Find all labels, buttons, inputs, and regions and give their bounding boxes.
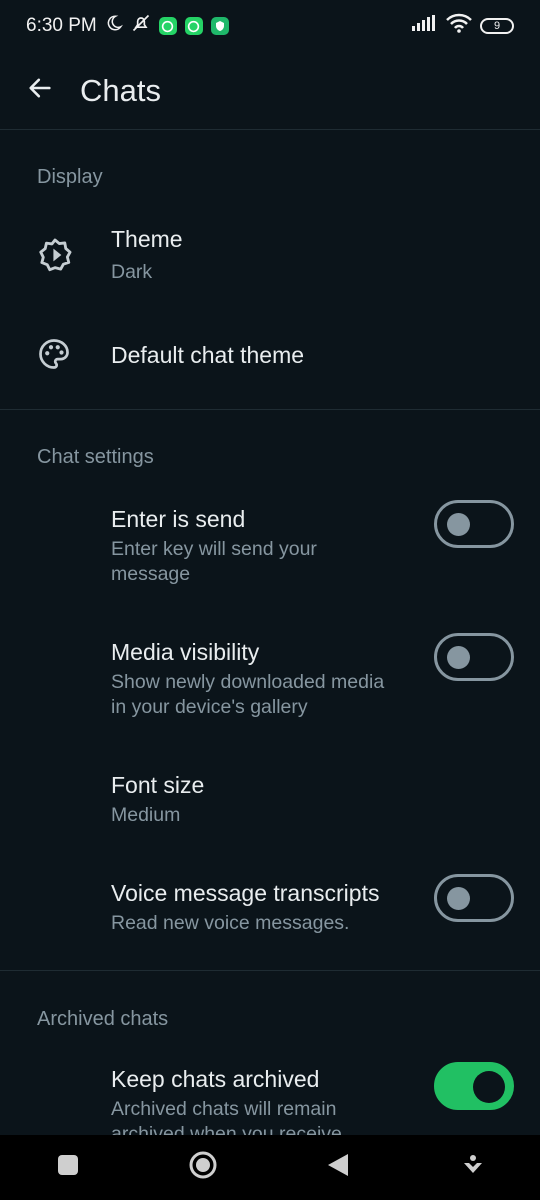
vpn-shield-icon [210,17,229,35]
enter-is-send-label: Enter is send [111,506,246,532]
enter-is-send-toggle[interactable] [434,500,514,548]
default-chat-theme-label: Default chat theme [111,342,305,368]
keep-chats-archived-desc-line2: archived when you receive [111,1123,342,1135]
assist-button[interactable] [443,1138,503,1198]
media-visibility-toggle[interactable] [434,633,514,681]
section-header-chat-settings: Chat settings [37,446,154,468]
recents-button[interactable] [38,1138,98,1198]
theme-setting[interactable]: Theme Dark [0,210,540,300]
theme-value: Dark [111,261,153,283]
voice-transcripts-desc: Read new voice messages. [111,912,350,934]
keep-chats-archived-toggle[interactable] [434,1062,514,1110]
theme-label: Theme [111,226,183,252]
font-size-value: Medium [111,804,181,826]
enter-is-send-desc-line1: Enter key will send your [111,538,317,560]
font-size-label: Font size [111,772,205,798]
status-bar-left: 6:30 PM [26,13,229,39]
status-bar: 6:30 PM 9 [0,0,540,52]
font-size-setting[interactable]: Font size Medium [0,756,540,836]
back-button[interactable] [0,74,80,107]
toggle-knob [447,887,470,910]
section-divider [0,970,540,971]
app-bar: Chats [0,52,540,130]
signal-icon [412,15,438,37]
media-visibility-setting[interactable]: Media visibility Show newly downloaded m… [0,623,540,733]
page-title: Chats [80,72,161,108]
voice-transcripts-label: Voice message transcripts [111,880,380,906]
back-nav-button[interactable] [308,1138,368,1198]
mute-icon [131,13,151,39]
whatsapp-icon [158,17,177,35]
media-visibility-label: Media visibility [111,639,260,665]
arrow-left-icon [26,74,54,107]
status-bar-right: 9 [412,13,514,39]
toggle-knob [447,646,470,669]
section-header-archived-chats: Archived chats [37,1008,169,1030]
recents-square-icon [56,1153,80,1182]
section-divider [0,409,540,410]
keep-chats-archived-desc-line1: Archived chats will remain [111,1098,337,1120]
keep-chats-archived-label: Keep chats archived [111,1066,320,1092]
battery-level: 9 [493,20,501,32]
back-triangle-icon [326,1152,350,1183]
battery-icon: 9 [480,18,514,34]
default-chat-theme-setting[interactable]: Default chat theme [0,320,540,390]
status-time: 6:30 PM [26,15,97,36]
enter-is-send-desc-line2: message [111,563,191,585]
assist-icon [462,1154,484,1181]
moon-icon [105,14,123,38]
toggle-knob [447,513,470,536]
section-header-display: Display [37,166,103,188]
enter-is-send-setting[interactable]: Enter is send Enter key will send your m… [0,490,540,600]
system-nav-bar [0,1135,540,1200]
whatsapp-icon [184,17,203,35]
wifi-icon [446,13,472,39]
voice-transcripts-setting[interactable]: Voice message transcripts Read new voice… [0,864,540,954]
keep-chats-archived-setting[interactable]: Keep chats archived Archived chats will … [0,1052,540,1135]
home-button[interactable] [173,1138,233,1198]
brightness-icon [36,236,74,274]
palette-icon [36,336,74,374]
media-visibility-desc-line2: in your device's gallery [111,696,308,718]
home-circle-icon [188,1150,218,1185]
toggle-knob [473,1071,505,1103]
voice-transcripts-toggle[interactable] [434,874,514,922]
media-visibility-desc-line1: Show newly downloaded media [111,671,385,693]
